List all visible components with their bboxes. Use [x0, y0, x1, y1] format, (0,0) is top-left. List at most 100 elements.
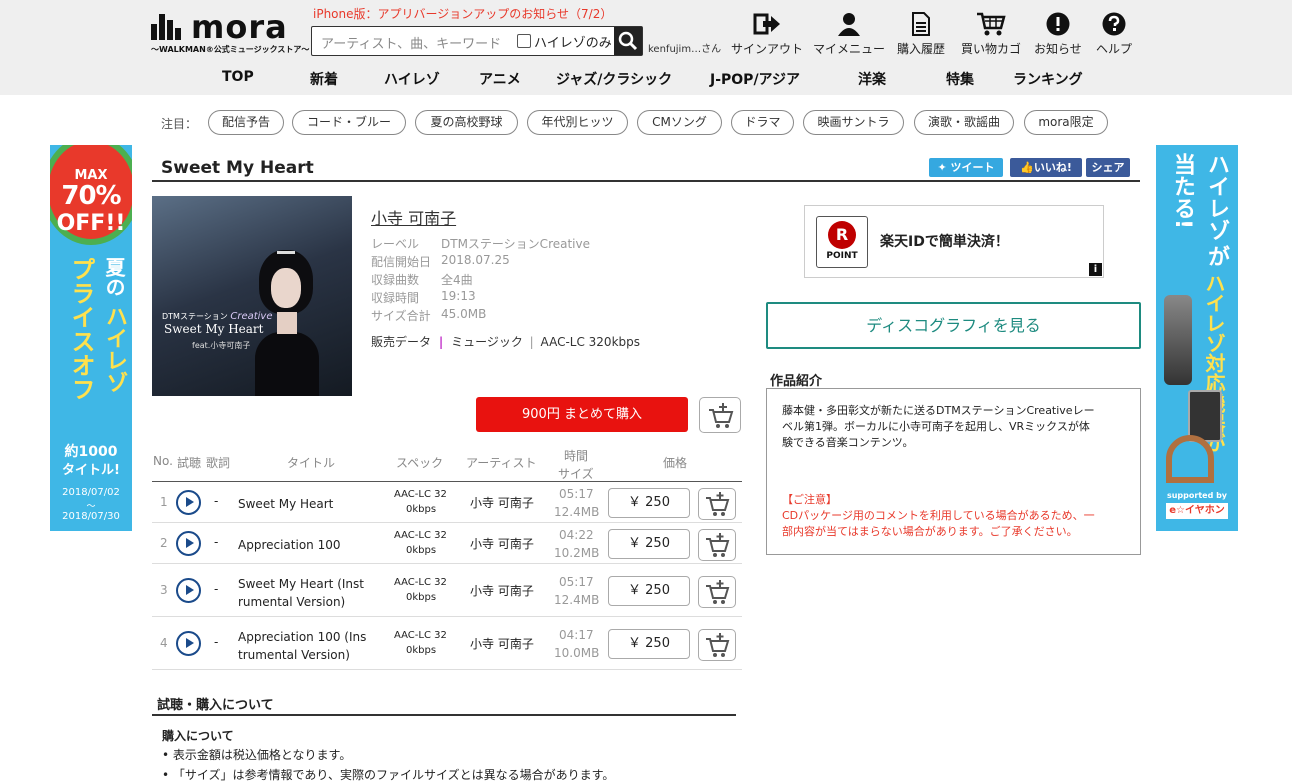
artist-link[interactable]: 小寺 可南子 — [371, 205, 456, 229]
logo-bars — [151, 14, 187, 40]
add-to-cart-button[interactable] — [698, 488, 736, 520]
tag-pill[interactable]: 年代別ヒッツ — [527, 110, 628, 135]
search-button[interactable] — [614, 27, 642, 55]
meta-value: DTMステーションCreative — [441, 237, 590, 251]
col-preview: 試聴 — [177, 456, 202, 470]
sales-format: AAC-LC 320kbps — [540, 335, 640, 349]
share-button[interactable]: シェア — [1086, 158, 1130, 177]
track-title-2[interactable]: trumental Version) — [238, 648, 350, 662]
cart-add-icon — [706, 533, 730, 557]
meta-duration: 収録時間 19:13 — [371, 289, 476, 306]
tag-pill[interactable]: CMソング — [637, 110, 722, 135]
track-time: 04:22 — [559, 528, 594, 542]
track-spec: AAC-LC 32 — [394, 577, 447, 588]
tag-pill[interactable]: 夏の高校野球 — [415, 110, 518, 135]
meta-value: 45.0MB — [441, 307, 487, 321]
track-artist[interactable]: 小寺 可南子 — [470, 494, 534, 511]
nav-hires[interactable]: ハイレゾ — [384, 69, 440, 89]
track-title[interactable]: Appreciation 100 (Ins — [238, 630, 366, 644]
info-icon[interactable]: i — [1089, 263, 1102, 276]
note-line: 部内容が当てはまらない場合があります。ご了承ください。 — [782, 525, 1078, 538]
track-title[interactable]: Sweet My Heart (Inst — [238, 577, 364, 591]
track-row: 4 - Appreciation 100 (Ins trumental Vers… — [152, 617, 742, 670]
nav-jazz-classic[interactable]: ジャズ/クラシック — [556, 69, 672, 89]
help-button[interactable]: ヘルプ — [1096, 12, 1132, 57]
mora-logo[interactable]: mora 〜WALKMAN®公式ミュージックストア〜 — [151, 8, 309, 58]
play-icon[interactable] — [176, 631, 201, 656]
notice-link[interactable]: iPhone版：アプリバージョンアップのお知らせ（7/2） — [313, 5, 612, 22]
nav-anime[interactable]: アニメ — [479, 69, 521, 89]
lyrics-indicator: - — [214, 582, 219, 596]
price-button[interactable]: ￥ 250 — [608, 629, 690, 659]
price-button[interactable]: ￥ 250 — [608, 488, 690, 518]
header: mora 〜WALKMAN®公式ミュージックストア〜 iPhone版：アプリバー… — [0, 0, 1292, 95]
username[interactable]: kenfujim…さん — [648, 40, 721, 55]
purchase-history-button[interactable]: 購入履歴 — [897, 12, 945, 57]
track-no: 4 — [160, 636, 168, 650]
track-no: 3 — [160, 583, 168, 597]
nav-western[interactable]: 洋楽 — [858, 69, 886, 89]
rakuten-pay-button[interactable]: R POINT 楽天IDで簡単決済！ i — [804, 205, 1104, 278]
cart-add-icon — [706, 633, 730, 657]
track-title[interactable]: Appreciation 100 — [238, 538, 341, 552]
signout-button[interactable]: サインアウト — [731, 12, 803, 57]
cart-button[interactable]: 買い物カゴ — [961, 12, 1021, 57]
thumbs-up-icon: 👍 — [1020, 161, 1034, 174]
news-button[interactable]: お知らせ — [1034, 12, 1082, 57]
tag-pill[interactable]: 配信予告 — [208, 110, 284, 135]
track-artist[interactable]: 小寺 可南子 — [470, 582, 534, 599]
banner-supported: supported by — [1166, 491, 1228, 500]
mymenu-label: マイメニュー — [813, 42, 886, 56]
hires-price-off-banner[interactable]: MAX 70% OFF!! 夏の ハイレゾ プライスオフ 約1000 タイトル!… — [50, 145, 132, 531]
tweet-button[interactable]: ✦ ツイート — [929, 158, 1003, 177]
meta-value: 2018.07.25 — [441, 253, 510, 267]
add-to-cart-button[interactable] — [698, 576, 736, 608]
track-artist[interactable]: 小寺 可南子 — [470, 635, 534, 652]
track-spec-2: 0kbps — [406, 645, 437, 656]
track-title[interactable]: Sweet My Heart — [238, 497, 333, 511]
track-artist[interactable]: 小寺 可南子 — [470, 535, 534, 552]
add-to-cart-button[interactable] — [698, 629, 736, 661]
nav-feature[interactable]: 特集 — [946, 69, 974, 89]
play-icon[interactable] — [176, 578, 201, 603]
buy-all-button[interactable]: 900円 まとめて購入 — [476, 397, 688, 432]
lyrics-indicator: - — [214, 494, 219, 508]
add-all-to-cart-button[interactable] — [699, 397, 741, 433]
hires-device-banner[interactable]: ハイレゾ が 当たる! ハイレゾ対応機器が supported by e☆イヤホ… — [1156, 145, 1238, 531]
meta-key: 収録時間 — [371, 291, 420, 305]
tag-pill[interactable]: ドラマ — [731, 110, 794, 135]
logo-text: mora — [191, 8, 288, 46]
price-button[interactable]: ￥ 250 — [608, 576, 690, 606]
meta-key: 配信開始日 — [371, 255, 432, 269]
tag-pill[interactable]: 映画サントラ — [803, 110, 904, 135]
exclamation-icon — [1046, 12, 1070, 36]
mymenu-button[interactable]: マイメニュー — [813, 12, 885, 57]
price-button[interactable]: ￥ 250 — [608, 529, 690, 559]
col-title: タイトル — [287, 456, 336, 470]
banner-title-1: 夏の — [102, 257, 126, 297]
play-icon[interactable] — [176, 531, 201, 556]
person-icon — [838, 13, 860, 36]
nav-ranking[interactable]: ランキング — [1013, 69, 1083, 89]
jacket-brand-2: Creative — [230, 311, 273, 322]
nav-top[interactable]: TOP — [222, 69, 254, 85]
tag-pill[interactable]: 演歌・歌謡曲 — [914, 110, 1014, 135]
meta-value: 全4曲 — [441, 273, 473, 287]
discography-button[interactable]: ディスコグラフィを見る — [766, 302, 1141, 349]
play-icon[interactable] — [176, 490, 201, 515]
track-time: 04:17 — [559, 628, 594, 642]
tag-pill[interactable]: コード・ブルー — [292, 110, 406, 135]
like-button[interactable]: 👍いいね! — [1010, 158, 1082, 177]
add-to-cart-button[interactable] — [698, 529, 736, 561]
headphone-graphic — [1166, 435, 1214, 483]
featured-label: 注目： — [161, 117, 198, 131]
logo-tagline: 〜WALKMAN®公式ミュージックストア〜 — [151, 45, 310, 54]
nav-new[interactable]: 新着 — [310, 69, 338, 89]
tag-pill[interactable]: mora限定 — [1024, 110, 1108, 135]
track-title-2[interactable]: rumental Version) — [238, 595, 345, 609]
search-input[interactable]: アーティスト、曲、キーワード — [321, 33, 501, 52]
banner-title-3: プライスオフ — [67, 257, 95, 401]
description-text: 藤本健・多田彰文が新たに送るDTMステーションCreativeレー ベル第1弾。… — [782, 403, 1095, 451]
nav-jpop-asia[interactable]: J-POP/アジア — [710, 69, 800, 89]
hires-only-checkbox[interactable] — [517, 34, 531, 48]
